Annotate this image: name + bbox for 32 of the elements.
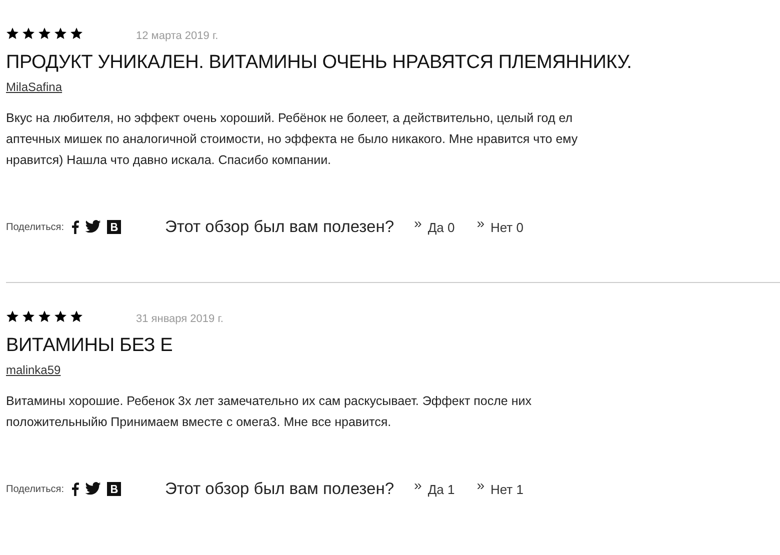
star-icon: [70, 310, 83, 322]
review-text: Витамины хорошие. Ребенок 3х лет замечательно их сам раскусывает. Эффект после них положительныйю Принимаем вместе с омега3. Мне все нравится.: [6, 393, 532, 431]
review-text: Вкус на любителя, но эффект очень хороший. Ребёнок не болеет, а действительно, целый год ел аптечных мишек по аналогичной стоимости, но эффекта не было никакого. Мне нравится что ему нравится) Нашла что давно искала. Спасибо компании.: [6, 110, 579, 169]
twitter-icon[interactable]: [85, 220, 101, 233]
star-icon: [70, 26, 83, 40]
star-icon: [22, 310, 35, 322]
vote-button[interactable]: » Нет 0: [476, 219, 524, 235]
review-title: ВИТАМИНЫ БЕЗ Е: [6, 335, 174, 357]
share-label: Поделиться:: [6, 484, 64, 494]
twitter-icon[interactable]: [85, 482, 101, 495]
star-icon: [22, 26, 35, 40]
star-icon: [54, 26, 67, 40]
vk-icon[interactable]: [107, 220, 121, 234]
review-date: 12 марта 2019 г.: [136, 30, 218, 42]
helpful-question: Этот обзор был вам полезен?: [165, 218, 394, 236]
star-icon: [6, 310, 19, 322]
author-link[interactable]: malinka59: [6, 363, 61, 377]
author-link[interactable]: MilaSafina: [6, 80, 62, 94]
facebook-icon[interactable]: [72, 482, 79, 496]
vk-icon[interactable]: [107, 482, 121, 496]
review-date: 31 января 2019 г.: [136, 313, 224, 325]
star-icon: [38, 310, 51, 322]
star-icon: [54, 310, 67, 322]
vote-button[interactable]: » Да 1: [414, 481, 455, 497]
vote-button[interactable]: » Да 0: [414, 219, 455, 235]
star-icon: [6, 26, 19, 40]
review-title: ПРОДУКТ УНИКАЛЕН. ВИТАМИНЫ ОЧЕНЬ НРАВЯТСЯ ПЛЕМЯННИКУ.: [6, 52, 633, 74]
star-icon: [38, 26, 51, 40]
share-label: Поделиться:: [6, 222, 64, 232]
vote-button[interactable]: » Нет 1: [476, 481, 524, 497]
helpful-question: Этот обзор был вам полезен?: [165, 480, 394, 498]
facebook-icon[interactable]: [72, 220, 79, 234]
